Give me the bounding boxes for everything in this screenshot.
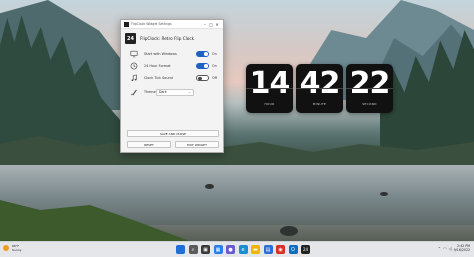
start-with-windows-toggle[interactable]: [196, 51, 209, 57]
sun-icon: [3, 245, 9, 251]
wifi-icon[interactable]: ◠: [443, 246, 447, 251]
widgets-icon[interactable]: ▦: [213, 245, 223, 254]
reset-button[interactable]: RESET: [127, 141, 171, 148]
settings-window: FlipClock Widget Settings – □ ✕ 24 FlipC…: [120, 19, 224, 153]
system-tray: ⌃ ◠ ◁ 2:42 PM 9/16/2022: [438, 244, 470, 252]
24-hour-format-toggle[interactable]: [196, 63, 209, 69]
weather-widget[interactable]: 66°F Sunny: [3, 244, 21, 252]
taskbar-apps: ⌕ ▣ ▦ ● e ▬ ▤ ◉ O 24: [176, 245, 314, 254]
toggle-state: On: [212, 64, 217, 68]
desktop-wallpaper: [0, 0, 474, 257]
save-and-close-button[interactable]: SAVE AND CLOSE: [127, 130, 219, 137]
taskbar-clock[interactable]: 2:42 PM 9/16/2022: [454, 244, 470, 252]
store-icon[interactable]: ▤: [263, 245, 273, 254]
palette-icon: [130, 88, 138, 96]
flip-card-hour[interactable]: 14 HOUR: [246, 64, 293, 113]
chevron-down-icon: ⌄: [188, 90, 191, 94]
rock: [380, 192, 388, 196]
theme-dropdown[interactable]: Dark ⌄: [156, 88, 194, 96]
taskbar: 66°F Sunny ⌕ ▣ ▦ ● e ▬ ▤ ◉ O 24 ⌃ ◠ ◁ 2:42 PM 9/1…: [0, 241, 474, 257]
toggle-state: On: [212, 52, 217, 56]
monitor-icon: [130, 50, 138, 58]
volume-icon[interactable]: ◁: [449, 246, 452, 251]
app-name: FlipClock: Retro Flip Clock: [140, 36, 195, 41]
close-button[interactable]: ✕: [214, 20, 220, 29]
chrome-icon[interactable]: ◉: [276, 245, 285, 254]
setting-24-hour-format: 24 Hour Format On: [121, 60, 223, 72]
setting-label: Start with Windows: [144, 52, 177, 56]
setting-label: Theme: [144, 90, 156, 94]
flip-card-second[interactable]: 22 SECOND: [346, 64, 393, 113]
toggle-state: Off: [212, 76, 218, 80]
title-bar[interactable]: FlipClock Widget Settings – □ ✕: [121, 20, 223, 29]
setting-label: Clock Tick Sound: [144, 76, 173, 80]
search-icon[interactable]: ⌕: [188, 245, 198, 254]
rock: [280, 226, 298, 236]
flipclock-app-icon[interactable]: 24: [301, 245, 310, 254]
chat-icon[interactable]: ●: [226, 245, 235, 254]
second-digits: 22: [349, 66, 391, 101]
flip-card-minute[interactable]: 42 MINUTE: [296, 64, 343, 113]
taskbar-date: 9/16/2022: [453, 248, 470, 253]
window-title: FlipClock Widget Settings: [131, 22, 172, 26]
exit-widget-button[interactable]: EXIT WIDGET: [175, 141, 219, 148]
clock-icon: [130, 62, 138, 70]
task-view-icon[interactable]: ▣: [201, 245, 210, 254]
app-icon: [124, 21, 129, 27]
start-icon[interactable]: [176, 245, 185, 254]
file-explorer-icon[interactable]: ▬: [251, 245, 260, 254]
app-header: 24 FlipClock: Retro Flip Clock: [121, 29, 223, 48]
app-logo: 24: [125, 33, 136, 44]
outlook-icon[interactable]: O: [288, 245, 298, 254]
rock: [205, 184, 214, 189]
weather-condition: Sunny: [12, 248, 22, 252]
setting-label: 24 Hour Format: [144, 64, 171, 68]
chevron-up-icon[interactable]: ⌃: [438, 246, 441, 251]
setting-theme: Theme Dark ⌄: [121, 86, 223, 98]
music-note-icon: [130, 74, 138, 82]
clock-tick-sound-toggle[interactable]: [196, 75, 209, 81]
edge-icon[interactable]: e: [238, 245, 248, 254]
setting-start-with-windows: Start with Windows On: [121, 48, 223, 60]
minute-digits: 42: [299, 66, 341, 101]
setting-clock-tick-sound: Clock Tick Sound Off: [121, 72, 223, 84]
theme-selected-value: Dark: [159, 90, 167, 94]
hour-digits: 14: [249, 66, 291, 101]
